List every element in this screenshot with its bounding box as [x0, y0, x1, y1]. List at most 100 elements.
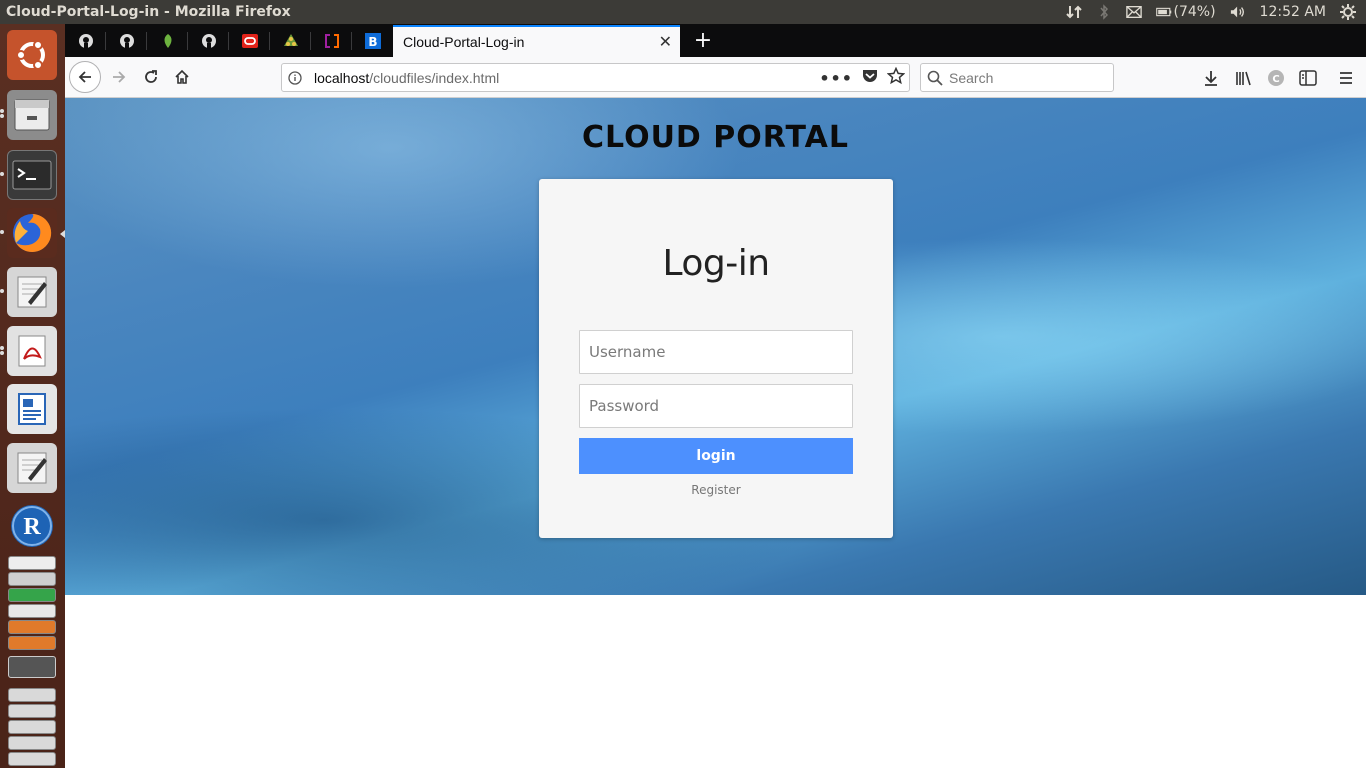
sidebar-button[interactable]: [1295, 65, 1321, 91]
hamburger-menu-icon: [1340, 72, 1352, 84]
launcher-stack-item[interactable]: [8, 588, 56, 602]
arrow-right-icon: [113, 71, 126, 83]
system-top-panel: Cloud-Portal-Log-in - Mozilla Firefox (7…: [0, 0, 1366, 24]
launcher-stack-item[interactable]: [8, 720, 56, 734]
battery-icon: [1155, 4, 1172, 20]
close-tab-icon[interactable]: ✕: [659, 32, 672, 51]
github-tab-icon: [201, 33, 216, 48]
system-tray: (74%) 12:52 AM: [1065, 0, 1366, 24]
url-text[interactable]: localhost/cloudfiles/index.html: [308, 70, 499, 86]
bluetooth-icon[interactable]: [1096, 4, 1112, 20]
running-indicator: [0, 172, 4, 176]
bookmark-star-icon[interactable]: [886, 66, 906, 89]
window-title: Cloud-Portal-Log-in - Mozilla Firefox: [6, 4, 291, 20]
sidebar-icon: [1299, 70, 1317, 86]
launcher-stack-item[interactable]: [8, 572, 56, 586]
running-indicator: [0, 114, 4, 118]
tree-tab-icon: [283, 33, 298, 46]
terminal-icon[interactable]: [7, 150, 57, 200]
svg-text:C: C: [1272, 74, 1279, 85]
launcher-stack-item[interactable]: [8, 704, 56, 718]
launcher-stack-item[interactable]: [8, 736, 56, 750]
running-indicator: [0, 346, 4, 350]
launcher-stack-item[interactable]: [8, 604, 56, 618]
pocket-icon[interactable]: [861, 68, 879, 88]
password-field[interactable]: [579, 384, 853, 428]
clock[interactable]: 12:52 AM: [1260, 4, 1326, 20]
running-indicator: [0, 289, 4, 293]
pinned-tab-oracle[interactable]: [229, 24, 270, 57]
address-bar[interactable]: localhost/cloudfiles/index.html •••: [281, 63, 910, 92]
home-icon: [175, 69, 189, 84]
text-editor-2-icon[interactable]: [7, 443, 57, 493]
launcher-stack-item[interactable]: [8, 620, 56, 634]
launcher-stack-item[interactable]: [8, 556, 56, 570]
firefox-icon[interactable]: [7, 208, 57, 258]
login-button[interactable]: login: [579, 438, 853, 474]
pinned-tab-github[interactable]: [65, 24, 106, 57]
svg-text:B: B: [368, 35, 377, 49]
settings-gear-icon[interactable]: [1340, 4, 1356, 20]
download-icon: [1205, 71, 1217, 86]
plus-icon: +: [693, 27, 713, 53]
browser-nav-bar: localhost/cloudfiles/index.html ••• C: [65, 57, 1366, 98]
battery-percent: (74%): [1173, 4, 1216, 20]
pinned-tab-leaf[interactable]: [147, 24, 188, 57]
app-launcher: R: [0, 24, 65, 768]
libreoffice-writer-icon[interactable]: [7, 384, 57, 434]
pinned-tab-tree[interactable]: [270, 24, 311, 57]
ubuntu-dash-icon[interactable]: [7, 30, 57, 80]
launcher-stack-item[interactable]: [8, 636, 56, 650]
network-updown-icon[interactable]: [1065, 4, 1082, 20]
url-host: localhost: [314, 69, 370, 86]
running-indicator: [0, 351, 4, 355]
hero-background: CLOUD PORTAL Log-in login Register: [65, 98, 1366, 595]
reload-button[interactable]: [135, 62, 167, 92]
search-bar[interactable]: [920, 63, 1114, 92]
launcher-stack-item[interactable]: [8, 688, 56, 702]
pdf-viewer-icon[interactable]: [7, 326, 57, 376]
site-info-icon[interactable]: [282, 70, 308, 85]
extension-c-icon: C: [1268, 70, 1284, 86]
login-heading: Log-in: [662, 243, 770, 284]
tab-cloud-portal-login[interactable]: Cloud-Portal-Log-in ✕: [393, 25, 680, 57]
username-field[interactable]: [579, 330, 853, 374]
library-button[interactable]: [1231, 65, 1257, 91]
b-tab-icon: B: [364, 32, 381, 49]
home-button[interactable]: [166, 62, 198, 92]
address-bar-actions: •••: [819, 66, 906, 89]
forward-button[interactable]: [103, 62, 135, 92]
register-link[interactable]: Register: [539, 483, 893, 497]
launcher-stack-item[interactable]: [8, 656, 56, 678]
new-tab-button[interactable]: +: [690, 27, 716, 53]
page-actions-icon[interactable]: •••: [819, 69, 853, 88]
pinned-tab-github-3[interactable]: [188, 24, 229, 57]
browser-tab-strip: B Cloud-Portal-Log-in ✕ +: [65, 24, 1366, 57]
battery-indicator[interactable]: (74%): [1155, 4, 1216, 20]
search-input[interactable]: [949, 69, 1099, 86]
login-card: Log-in login Register: [539, 179, 893, 538]
github-tab-icon: [78, 33, 93, 48]
pinned-tab-bracket[interactable]: [311, 24, 352, 57]
leaf-tab-icon: [164, 33, 171, 48]
url-path: /cloudfiles/index.html: [369, 69, 500, 86]
reload-icon: [145, 70, 157, 83]
back-button[interactable]: [69, 61, 101, 93]
downloads-button[interactable]: [1198, 65, 1224, 91]
r-language-icon[interactable]: R: [7, 501, 57, 551]
launcher-stack-item[interactable]: [8, 752, 56, 766]
running-indicator: [0, 230, 4, 234]
text-editor-icon[interactable]: [7, 267, 57, 317]
library-icon: [1236, 71, 1251, 86]
file-manager-icon[interactable]: [7, 90, 57, 140]
pinned-tab-github-2[interactable]: [106, 24, 147, 57]
svg-text:R: R: [23, 514, 41, 540]
menu-button[interactable]: [1333, 65, 1359, 91]
active-tab-title: Cloud-Portal-Log-in: [403, 34, 525, 50]
pinned-tab-b[interactable]: B: [352, 24, 393, 57]
volume-icon[interactable]: [1230, 4, 1246, 20]
bracket-tab-icon: [324, 33, 339, 48]
mail-icon[interactable]: [1125, 4, 1142, 20]
github-tab-icon: [119, 33, 134, 48]
extension-button[interactable]: C: [1263, 65, 1289, 91]
